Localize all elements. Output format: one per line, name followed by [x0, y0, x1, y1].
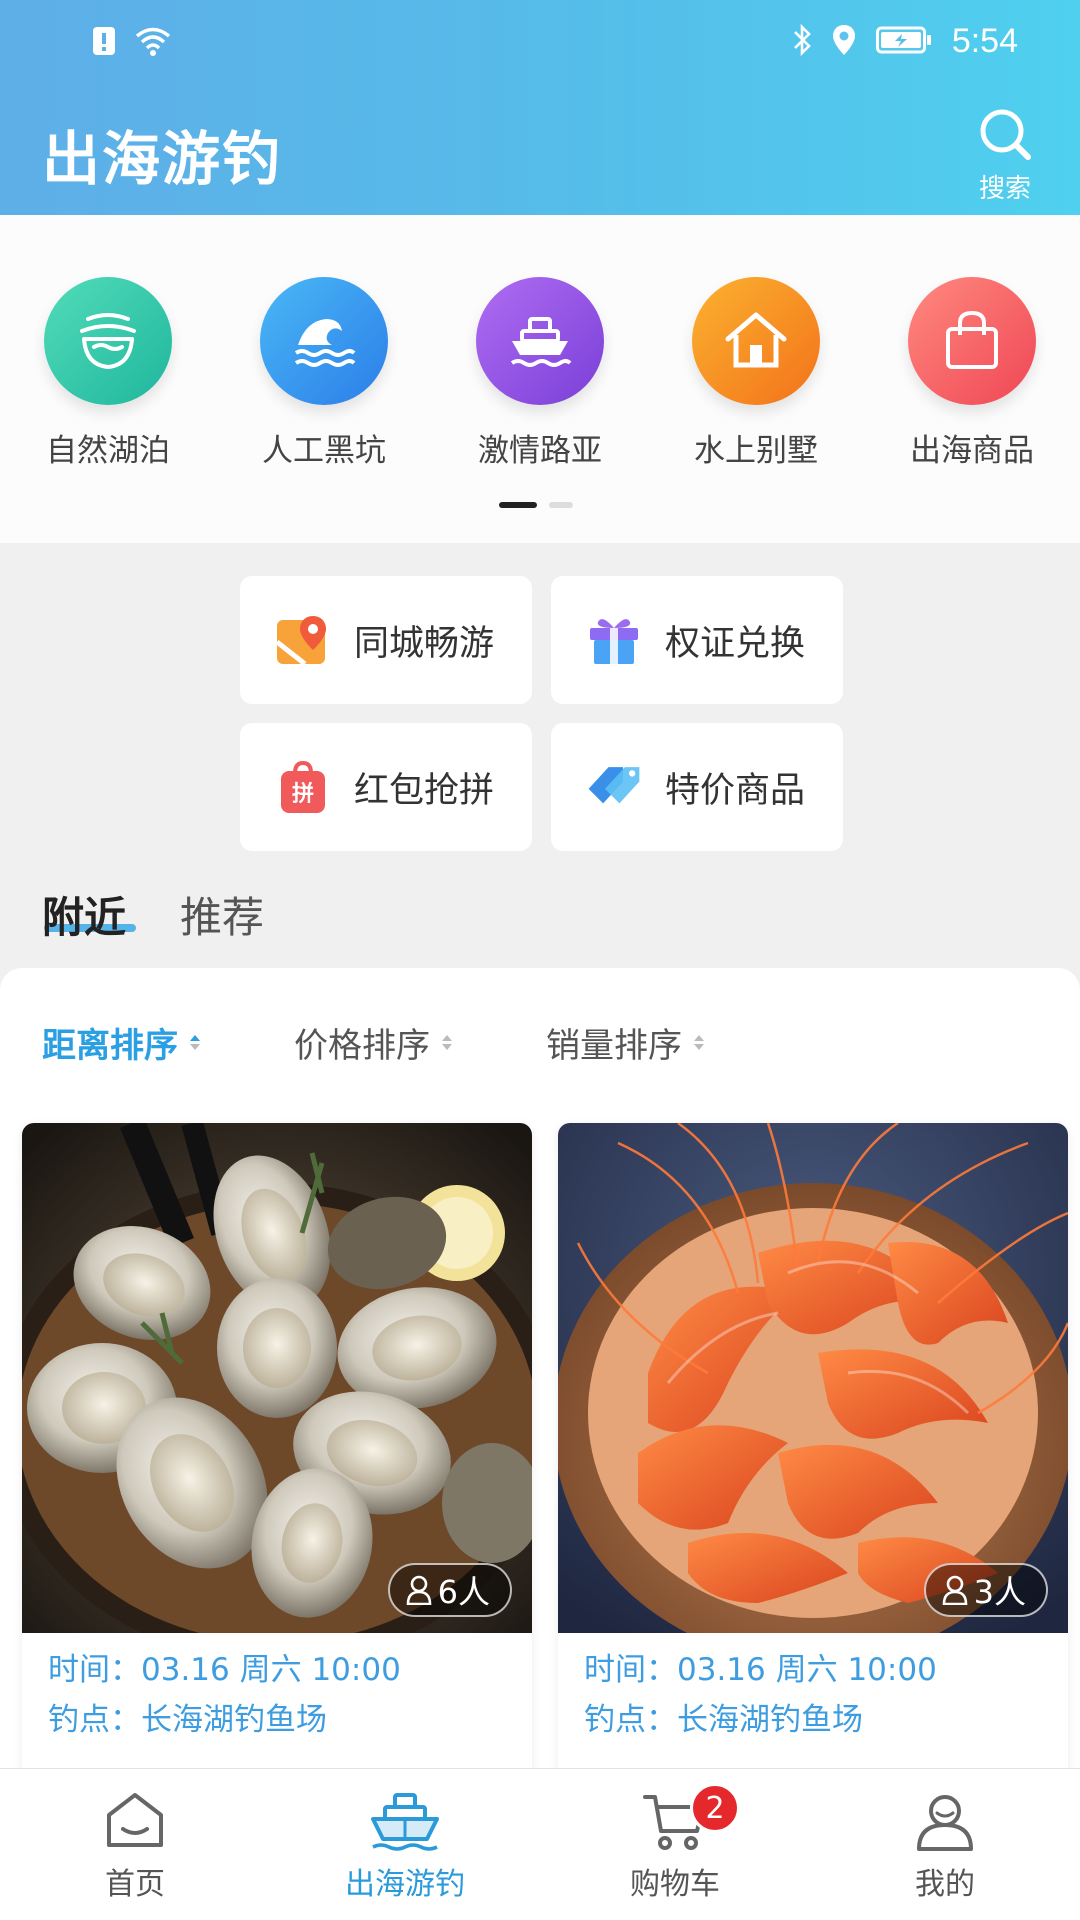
clock-time: 5:54 [951, 22, 1018, 60]
person-icon [406, 1575, 431, 1605]
battery-icon [875, 25, 932, 59]
bottom-navigation: 首页 出海游钓 2 购物车 我的 [0, 1768, 1080, 1920]
sort-by-price[interactable]: 价格排序 [294, 1018, 452, 1067]
sort-arrows-icon [694, 1035, 704, 1050]
participants-badge: 3人 [923, 1563, 1048, 1617]
card-time: 时间：03.16 周六 10:00 [584, 1652, 937, 1688]
home-icon [107, 1793, 163, 1847]
oysters-photo [22, 1123, 532, 1633]
shrimp-photo [558, 1123, 1068, 1633]
red-packet-icon: 拼 [274, 758, 332, 816]
sort-by-sales[interactable]: 销量排序 [546, 1018, 704, 1067]
category-natural-lake[interactable]: 自然湖泊 [0, 277, 216, 470]
quick-action-label: 同城畅游 [354, 623, 495, 664]
participants-count: 6人 [437, 1573, 490, 1611]
gift-icon [585, 611, 643, 669]
lake-icon [44, 277, 172, 405]
nav-sea-fishing[interactable]: 出海游钓 [270, 1769, 540, 1920]
ship-icon [476, 277, 604, 405]
house-icon [692, 277, 820, 405]
user-icon [917, 1795, 973, 1851]
search-button[interactable]: 搜索 [972, 106, 1038, 204]
participants-count: 3人 [973, 1573, 1026, 1611]
listing-card[interactable]: 3人 时间：03.16 周六 10:00 钓点：长海湖钓鱼场 [558, 1123, 1068, 1768]
page-dot-active [499, 502, 537, 508]
nav-label: 出海游钓 [345, 1867, 465, 1902]
listing-card[interactable]: 6人 时间：03.16 周六 10:00 钓点：长海湖钓鱼场 [22, 1123, 532, 1768]
page-indicator [499, 502, 573, 508]
red-packet-icon-text: 拼 [291, 782, 314, 807]
tab-nearby[interactable]: 附近 [42, 884, 126, 945]
boat-icon [371, 1793, 439, 1851]
category-sea-goods[interactable]: 出海商品 [864, 277, 1080, 470]
category-row: 自然湖泊 人工黑坑 激情路亚 水上别墅 出海商品 [0, 277, 1080, 470]
sort-label: 距离排序 [42, 1026, 178, 1066]
nav-cart[interactable]: 2 购物车 [540, 1769, 810, 1920]
sort-arrows-icon [190, 1035, 200, 1050]
person-icon [942, 1575, 967, 1605]
quick-action-label: 权证兑换 [665, 623, 806, 664]
page-title: 出海游钓 [42, 125, 283, 193]
card-info: 时间：03.16 周六 10:00 钓点：长海湖钓鱼场 [584, 1645, 937, 1745]
category-water-villa[interactable]: 水上别墅 [648, 277, 864, 470]
category-label: 水上别墅 [694, 433, 818, 469]
nav-profile[interactable]: 我的 [810, 1769, 1080, 1920]
nav-home[interactable]: 首页 [0, 1769, 270, 1920]
sort-label: 销量排序 [546, 1026, 682, 1066]
sim-alert-icon [92, 26, 116, 60]
category-label: 激情路亚 [478, 433, 602, 469]
quick-action-voucher-exchange[interactable]: 权证兑换 [551, 576, 843, 704]
nav-label: 我的 [915, 1867, 975, 1902]
price-tag-icon [585, 758, 643, 816]
location-icon [832, 24, 856, 60]
quick-action-label: 红包抢拼 [354, 770, 495, 811]
wave-icon [260, 277, 388, 405]
tab-recommended[interactable]: 推荐 [180, 884, 264, 945]
sort-label: 价格排序 [294, 1026, 430, 1066]
quick-action-red-packet[interactable]: 拼 红包抢拼 [240, 723, 532, 851]
quick-action-city-tour[interactable]: 同城畅游 [240, 576, 532, 704]
participants-badge: 6人 [387, 1563, 512, 1617]
card-info: 时间：03.16 周六 10:00 钓点：长海湖钓鱼场 [48, 1645, 401, 1745]
quick-action-label: 特价商品 [665, 770, 806, 811]
app-header: 5:54 出海游钓 搜索 [0, 0, 1080, 215]
category-label: 人工黑坑 [262, 433, 386, 469]
category-label: 出海商品 [910, 433, 1034, 469]
bluetooth-icon [792, 23, 812, 61]
wifi-icon [134, 26, 172, 60]
quick-action-special-price[interactable]: 特价商品 [551, 723, 843, 851]
category-lure-fishing[interactable]: 激情路亚 [432, 277, 648, 470]
search-icon [977, 106, 1033, 166]
nav-label: 首页 [105, 1867, 165, 1902]
sort-arrows-icon [442, 1035, 452, 1050]
card-time: 时间：03.16 周六 10:00 [48, 1652, 401, 1688]
sort-by-distance[interactable]: 距离排序 [42, 1018, 200, 1067]
cart-count-badge: 2 [690, 1783, 740, 1833]
category-label: 自然湖泊 [46, 433, 170, 469]
nav-label: 购物车 [630, 1867, 720, 1902]
listing-panel: 距离排序 价格排序 销量排序 6人 时间：03.16 周六 10:00 钓点：长… [0, 968, 1080, 1768]
map-pin-icon [274, 611, 332, 669]
bag-icon [908, 277, 1036, 405]
card-spot: 钓点：长海湖钓鱼场 [48, 1702, 327, 1738]
status-bar: 5:54 [0, 0, 1080, 88]
search-label: 搜索 [978, 174, 1031, 204]
card-spot: 钓点：长海湖钓鱼场 [584, 1702, 863, 1738]
page-dot [549, 502, 573, 508]
category-panel: 自然湖泊 人工黑坑 激情路亚 水上别墅 出海商品 [0, 215, 1080, 543]
category-artificial-pond[interactable]: 人工黑坑 [216, 277, 432, 470]
